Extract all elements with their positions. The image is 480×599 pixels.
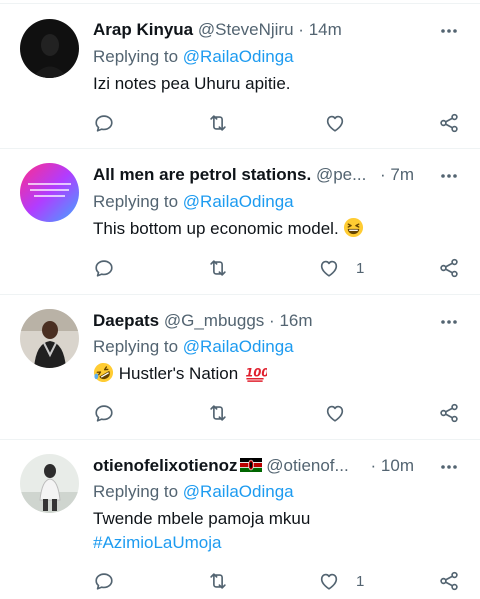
reply-button[interactable]: [93, 568, 115, 594]
timestamp[interactable]: 16m: [279, 311, 312, 330]
svg-text:100: 100: [245, 365, 267, 379]
tweet-header: All men are petrol stations. @pe...: [93, 164, 366, 186]
retweet-button[interactable]: [207, 110, 229, 136]
tweet-text: Izi notes pea Uhuru apitie.: [93, 72, 460, 96]
replying-to: Replying to @RailaOdinga: [93, 336, 294, 358]
replying-prefix: Replying to: [93, 192, 179, 211]
share-icon: [440, 571, 458, 591]
mention-link[interactable]: @RailaOdinga: [183, 192, 294, 211]
tweet-text: This bottom up economic model.: [93, 217, 460, 241]
share-icon: [440, 403, 458, 423]
avatar[interactable]: [20, 309, 79, 368]
like-button[interactable]: [324, 110, 362, 136]
tweet-text: Hustler's Nation 100: [93, 362, 460, 386]
like-button[interactable]: 1: [318, 255, 364, 281]
like-button[interactable]: [324, 400, 362, 426]
tweet-text-content: Hustler's Nation: [118, 364, 239, 383]
tweet-1[interactable]: Arap Kinyua @SteveNjiru · 14m Replying t…: [0, 4, 480, 149]
tweet-header: Arap Kinyua @SteveNjiru · 14m: [93, 19, 402, 41]
user-handle[interactable]: @SteveNjiru: [198, 20, 294, 39]
tweet-actions: [0, 400, 480, 426]
avatar[interactable]: [20, 19, 79, 78]
reply-icon: [95, 115, 113, 132]
separator-dot: ·: [269, 311, 275, 330]
like-count: 1: [356, 259, 365, 277]
display-name[interactable]: All men are petrol stations.: [93, 165, 311, 184]
heart-icon: [326, 405, 344, 422]
replying-prefix: Replying to: [93, 47, 179, 66]
reply-icon: [95, 260, 113, 277]
retweet-icon: [210, 115, 226, 131]
retweet-icon: [210, 573, 226, 589]
separator-dot: ·: [370, 456, 377, 475]
separator-dot: ·: [298, 20, 304, 39]
share-button[interactable]: [438, 400, 460, 426]
user-handle[interactable]: @pe...: [316, 165, 366, 184]
rolling-on-floor-laughing-emoji: [93, 362, 114, 383]
share-icon: [440, 258, 458, 278]
share-icon: [440, 113, 458, 133]
hundred-points-emoji: 100: [245, 365, 267, 382]
tweet-text-content: Izi notes pea Uhuru apitie.: [93, 74, 291, 93]
tweet-header: Daepats @G_mbuggs · 16m: [93, 310, 402, 332]
retweet-button[interactable]: [207, 400, 229, 426]
separator-dot: ·: [379, 165, 386, 184]
user-handle[interactable]: @otienof...: [266, 456, 348, 475]
retweet-icon: [210, 405, 226, 421]
grinning-squinting-face-emoji: [344, 217, 364, 238]
reply-button[interactable]: [93, 255, 115, 281]
tweet-actions: 1: [0, 255, 480, 281]
timestamp[interactable]: 7m: [390, 165, 414, 184]
display-name[interactable]: otienofelixotienoz: [93, 456, 238, 475]
reply-button[interactable]: [93, 400, 115, 426]
reply-icon: [95, 573, 113, 590]
retweet-button[interactable]: [207, 568, 229, 594]
like-button[interactable]: 1: [318, 568, 364, 594]
timestamp[interactable]: 10m: [381, 456, 414, 475]
more-options-icon[interactable]: [439, 312, 459, 332]
tweet-3[interactable]: Daepats @G_mbuggs · 16m Replying to @Rai…: [0, 296, 480, 440]
timestamp-group: · 10m: [371, 455, 414, 477]
mention-link[interactable]: @RailaOdinga: [183, 482, 294, 501]
mention-link[interactable]: @RailaOdinga: [183, 337, 294, 356]
replying-to: Replying to @RailaOdinga: [93, 481, 294, 503]
tweet-actions: 1: [0, 568, 480, 594]
display-name[interactable]: Arap Kinyua: [93, 20, 193, 39]
tweet-4[interactable]: otienofelixotienoz @otienof... · 10m Rep…: [0, 441, 480, 599]
tweet-2[interactable]: All men are petrol stations. @pe... · 7m…: [0, 150, 480, 295]
tweet-header: otienofelixotienoz @otienof...: [93, 455, 366, 477]
timestamp[interactable]: 14m: [309, 20, 342, 39]
replying-to: Replying to @RailaOdinga: [93, 46, 294, 68]
tweet-actions: [0, 110, 480, 136]
display-name[interactable]: Daepats: [93, 311, 159, 330]
avatar[interactable]: [20, 454, 79, 513]
mention-link[interactable]: @RailaOdinga: [183, 47, 294, 66]
share-button[interactable]: [438, 110, 460, 136]
avatar[interactable]: [20, 163, 79, 222]
heart-icon: [326, 115, 344, 132]
reply-icon: [95, 405, 113, 422]
tweet-text-content: This bottom up economic model.: [93, 219, 339, 238]
more-options-icon[interactable]: [439, 457, 459, 477]
like-count: 1: [356, 572, 365, 590]
more-options-icon[interactable]: [439, 21, 459, 41]
user-handle[interactable]: @G_mbuggs: [164, 311, 264, 330]
hashtag-link[interactable]: #AzimioLaUmoja: [93, 531, 460, 555]
replying-prefix: Replying to: [93, 337, 179, 356]
heart-icon: [320, 573, 338, 590]
retweet-button[interactable]: [207, 255, 229, 281]
replying-prefix: Replying to: [93, 482, 179, 501]
retweet-icon: [210, 260, 226, 276]
kenya-flag-icon: [239, 458, 262, 472]
tweet-text-content: Twende mbele pamoja mkuu: [93, 509, 311, 528]
share-button[interactable]: [438, 568, 460, 594]
more-options-icon[interactable]: [439, 166, 459, 186]
timestamp-group: · 7m: [380, 164, 414, 186]
replying-to: Replying to @RailaOdinga: [93, 191, 294, 213]
share-button[interactable]: [438, 255, 460, 281]
heart-icon: [320, 260, 338, 277]
reply-button[interactable]: [93, 110, 115, 136]
tweet-text: Twende mbele pamoja mkuu #AzimioLaUmoja: [93, 507, 460, 555]
